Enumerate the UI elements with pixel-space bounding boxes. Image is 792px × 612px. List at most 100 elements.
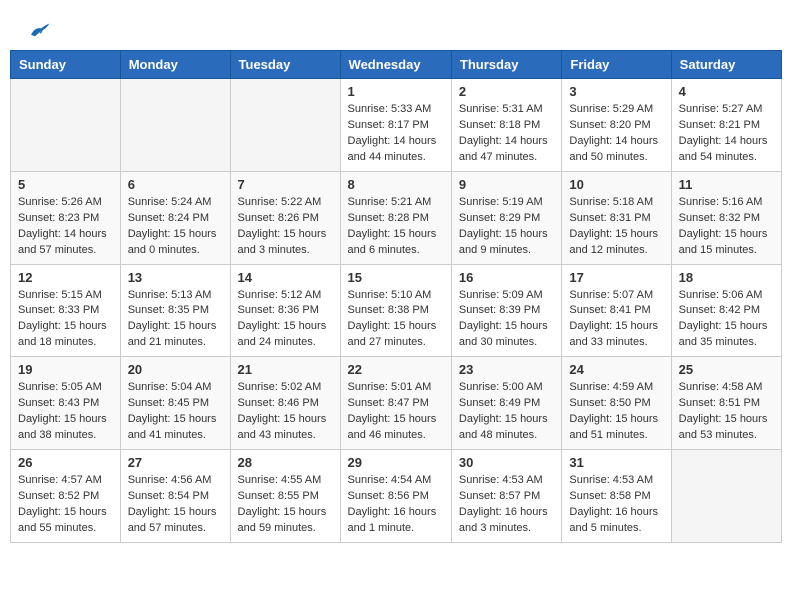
calendar-table: SundayMondayTuesdayWednesdayThursdayFrid… [10, 50, 782, 543]
calendar-week-row: 12 Sunrise: 5:15 AM Sunset: 8:33 PM Dayli… [11, 264, 782, 357]
calendar-week-row: 1Sunrise: 5:33 AM Sunset: 8:17 PM Daylig… [11, 79, 782, 172]
calendar-cell: 13 Sunrise: 5:13 AM Sunset: 8:35 PM Dayli… [120, 264, 230, 357]
calendar-cell: 31 Sunrise: 4:53 AM Sunset: 8:58 PM Dayli… [562, 450, 671, 543]
day-info: Sunrise: 4:59 AM Sunset: 8:50 PM Dayligh… [569, 380, 663, 444]
day-info: Sunrise: 4:58 AM Sunset: 8:51 PM Dayligh… [679, 380, 774, 444]
calendar-cell: 3Sunrise: 5:29 AM Sunset: 8:20 PM Daylig… [562, 79, 671, 172]
day-info: Sunrise: 5:31 AM Sunset: 8:18 PM Dayligh… [459, 102, 554, 166]
weekday-header-sunday: Sunday [11, 51, 121, 79]
day-info: Sunrise: 5:09 AM Sunset: 8:39 PM Dayligh… [459, 288, 554, 352]
day-info: Sunrise: 5:01 AM Sunset: 8:47 PM Dayligh… [348, 380, 444, 444]
calendar-cell: 18 Sunrise: 5:06 AM Sunset: 8:42 PM Dayli… [671, 264, 781, 357]
day-number: 17 [569, 270, 663, 285]
day-info: Sunrise: 5:24 AM Sunset: 8:24 PM Dayligh… [128, 195, 223, 259]
calendar-cell: 8Sunrise: 5:21 AM Sunset: 8:28 PM Daylig… [340, 171, 451, 264]
calendar-cell: 7 Sunrise: 5:22 AM Sunset: 8:26 PM Daylig… [230, 171, 340, 264]
day-info: Sunrise: 5:06 AM Sunset: 8:42 PM Dayligh… [679, 288, 774, 352]
day-info: Sunrise: 5:04 AM Sunset: 8:45 PM Dayligh… [128, 380, 223, 444]
day-info: Sunrise: 4:54 AM Sunset: 8:56 PM Dayligh… [348, 473, 444, 537]
day-info: Sunrise: 5:19 AM Sunset: 8:29 PM Dayligh… [459, 195, 554, 259]
day-number: 16 [459, 270, 554, 285]
day-number: 1 [348, 84, 444, 99]
calendar-cell [230, 79, 340, 172]
calendar-cell: 17Sunrise: 5:07 AM Sunset: 8:41 PM Dayli… [562, 264, 671, 357]
calendar-cell: 11 Sunrise: 5:16 AM Sunset: 8:32 PM Dayli… [671, 171, 781, 264]
day-number: 19 [18, 362, 113, 377]
calendar-cell [671, 450, 781, 543]
day-info: Sunrise: 5:05 AM Sunset: 8:43 PM Dayligh… [18, 380, 113, 444]
day-number: 13 [128, 270, 223, 285]
calendar-cell [120, 79, 230, 172]
logo-bird-icon [27, 20, 51, 40]
day-info: Sunrise: 5:15 AM Sunset: 8:33 PM Dayligh… [18, 288, 113, 352]
day-number: 24 [569, 362, 663, 377]
calendar-cell: 28 Sunrise: 4:55 AM Sunset: 8:55 PM Dayli… [230, 450, 340, 543]
day-number: 7 [238, 177, 333, 192]
day-info: Sunrise: 5:27 AM Sunset: 8:21 PM Dayligh… [679, 102, 774, 166]
day-info: Sunrise: 5:22 AM Sunset: 8:26 PM Dayligh… [238, 195, 333, 259]
day-number: 9 [459, 177, 554, 192]
day-number: 11 [679, 177, 774, 192]
calendar-cell: 20 Sunrise: 5:04 AM Sunset: 8:45 PM Dayli… [120, 357, 230, 450]
calendar-cell: 4 Sunrise: 5:27 AM Sunset: 8:21 PM Daylig… [671, 79, 781, 172]
weekday-header-wednesday: Wednesday [340, 51, 451, 79]
calendar-cell: 9 Sunrise: 5:19 AM Sunset: 8:29 PM Daylig… [451, 171, 561, 264]
calendar-cell: 23Sunrise: 5:00 AM Sunset: 8:49 PM Dayli… [451, 357, 561, 450]
day-number: 5 [18, 177, 113, 192]
calendar-week-row: 19 Sunrise: 5:05 AM Sunset: 8:43 PM Dayli… [11, 357, 782, 450]
calendar-cell: 24 Sunrise: 4:59 AM Sunset: 8:50 PM Dayli… [562, 357, 671, 450]
day-info: Sunrise: 5:16 AM Sunset: 8:32 PM Dayligh… [679, 195, 774, 259]
day-number: 22 [348, 362, 444, 377]
calendar-cell: 21Sunrise: 5:02 AM Sunset: 8:46 PM Dayli… [230, 357, 340, 450]
day-info: Sunrise: 4:53 AM Sunset: 8:58 PM Dayligh… [569, 473, 663, 537]
day-number: 8 [348, 177, 444, 192]
weekday-header-thursday: Thursday [451, 51, 561, 79]
day-info: Sunrise: 5:13 AM Sunset: 8:35 PM Dayligh… [128, 288, 223, 352]
calendar-cell: 15Sunrise: 5:10 AM Sunset: 8:38 PM Dayli… [340, 264, 451, 357]
calendar-cell: 25 Sunrise: 4:58 AM Sunset: 8:51 PM Dayli… [671, 357, 781, 450]
day-number: 29 [348, 455, 444, 470]
calendar-cell: 26 Sunrise: 4:57 AM Sunset: 8:52 PM Dayli… [11, 450, 121, 543]
day-number: 12 [18, 270, 113, 285]
calendar-cell: 1Sunrise: 5:33 AM Sunset: 8:17 PM Daylig… [340, 79, 451, 172]
calendar-cell: 30Sunrise: 4:53 AM Sunset: 8:57 PM Dayli… [451, 450, 561, 543]
day-number: 14 [238, 270, 333, 285]
calendar-cell: 14Sunrise: 5:12 AM Sunset: 8:36 PM Dayli… [230, 264, 340, 357]
day-number: 2 [459, 84, 554, 99]
calendar-cell: 27 Sunrise: 4:56 AM Sunset: 8:54 PM Dayli… [120, 450, 230, 543]
day-number: 26 [18, 455, 113, 470]
day-info: Sunrise: 5:29 AM Sunset: 8:20 PM Dayligh… [569, 102, 663, 166]
calendar-cell: 5 Sunrise: 5:26 AM Sunset: 8:23 PM Daylig… [11, 171, 121, 264]
day-info: Sunrise: 5:18 AM Sunset: 8:31 PM Dayligh… [569, 195, 663, 259]
weekday-header-monday: Monday [120, 51, 230, 79]
day-number: 25 [679, 362, 774, 377]
calendar-cell: 12 Sunrise: 5:15 AM Sunset: 8:33 PM Dayli… [11, 264, 121, 357]
day-number: 27 [128, 455, 223, 470]
calendar-cell: 6 Sunrise: 5:24 AM Sunset: 8:24 PM Daylig… [120, 171, 230, 264]
day-number: 10 [569, 177, 663, 192]
day-number: 28 [238, 455, 333, 470]
day-info: Sunrise: 4:56 AM Sunset: 8:54 PM Dayligh… [128, 473, 223, 537]
calendar-week-row: 26 Sunrise: 4:57 AM Sunset: 8:52 PM Dayli… [11, 450, 782, 543]
day-number: 18 [679, 270, 774, 285]
day-number: 15 [348, 270, 444, 285]
calendar-cell: 16 Sunrise: 5:09 AM Sunset: 8:39 PM Dayli… [451, 264, 561, 357]
day-number: 6 [128, 177, 223, 192]
day-info: Sunrise: 5:26 AM Sunset: 8:23 PM Dayligh… [18, 195, 113, 259]
page-header [10, 10, 782, 45]
weekday-header-saturday: Saturday [671, 51, 781, 79]
day-info: Sunrise: 4:53 AM Sunset: 8:57 PM Dayligh… [459, 473, 554, 537]
day-number: 20 [128, 362, 223, 377]
weekday-header-friday: Friday [562, 51, 671, 79]
day-info: Sunrise: 4:57 AM Sunset: 8:52 PM Dayligh… [18, 473, 113, 537]
day-info: Sunrise: 5:00 AM Sunset: 8:49 PM Dayligh… [459, 380, 554, 444]
calendar-cell: 19 Sunrise: 5:05 AM Sunset: 8:43 PM Dayli… [11, 357, 121, 450]
weekday-header-row: SundayMondayTuesdayWednesdayThursdayFrid… [11, 51, 782, 79]
calendar-week-row: 5 Sunrise: 5:26 AM Sunset: 8:23 PM Daylig… [11, 171, 782, 264]
calendar-cell: 10 Sunrise: 5:18 AM Sunset: 8:31 PM Dayli… [562, 171, 671, 264]
day-number: 4 [679, 84, 774, 99]
day-info: Sunrise: 4:55 AM Sunset: 8:55 PM Dayligh… [238, 473, 333, 537]
calendar-cell: 29 Sunrise: 4:54 AM Sunset: 8:56 PM Dayli… [340, 450, 451, 543]
weekday-header-tuesday: Tuesday [230, 51, 340, 79]
day-number: 31 [569, 455, 663, 470]
